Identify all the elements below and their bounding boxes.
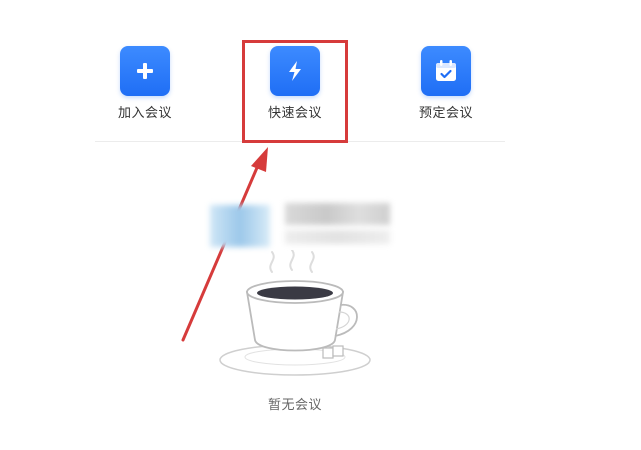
empty-state-message: 暂无会议	[267, 398, 322, 413]
blurred-text-line	[285, 203, 390, 225]
annotation-highlight-box	[242, 40, 348, 143]
blurred-logo	[210, 205, 270, 247]
schedule-meeting-button[interactable]: 预定会议	[396, 46, 496, 121]
coffee-cup-icon	[219, 250, 371, 376]
meetings-panel: 加入会议 快速会议 预定会议 暂无会议	[0, 0, 641, 450]
join-meeting-button[interactable]: 加入会议	[95, 46, 195, 121]
join-meeting-tile[interactable]	[120, 46, 170, 96]
plus-icon	[137, 63, 153, 79]
schedule-meeting-tile[interactable]	[421, 46, 471, 96]
join-meeting-label: 加入会议	[117, 106, 172, 121]
blurred-text-line-secondary	[285, 230, 390, 244]
calendar-icon	[436, 60, 456, 81]
schedule-meeting-label: 预定会议	[418, 106, 473, 121]
